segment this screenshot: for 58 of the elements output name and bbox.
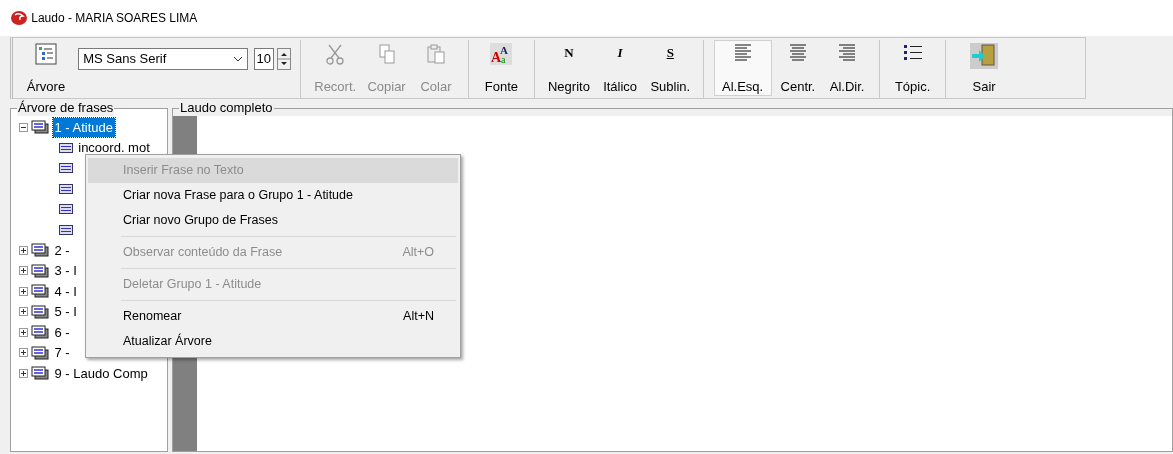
panel-title: Árvore de frases bbox=[17, 100, 115, 116]
italic-icon: I bbox=[617, 43, 623, 63]
bullet-list-icon bbox=[902, 43, 923, 63]
exit-door-icon bbox=[970, 43, 999, 69]
tree-item[interactable]: incoord. mot bbox=[76, 138, 152, 158]
chevron-down-icon bbox=[233, 55, 244, 63]
align-right-icon bbox=[838, 43, 857, 63]
toolbar-button[interactable]: Al.Dir. bbox=[824, 40, 871, 96]
tree-item[interactable]: 2 - bbox=[52, 240, 72, 260]
underline-icon: S bbox=[666, 43, 674, 63]
toolbar-button[interactable]: Tópic. bbox=[889, 40, 936, 96]
list-icon bbox=[35, 43, 57, 65]
spin-buttons-icon bbox=[276, 48, 291, 70]
tree-item[interactable]: 1 - Atitude bbox=[52, 117, 116, 137]
app-logo-icon bbox=[10, 10, 28, 26]
collapse-icon[interactable] bbox=[19, 122, 28, 132]
menu-item[interactable]: Criar novo Grupo de Frases bbox=[88, 208, 458, 233]
expand-icon[interactable] bbox=[19, 327, 28, 337]
toolbar-button[interactable]: I Itálico bbox=[597, 40, 644, 96]
align-left-icon bbox=[733, 43, 752, 63]
tree-item[interactable]: 9 - Laudo Comp bbox=[52, 363, 150, 383]
menu-item[interactable]: Atualizar Árvore bbox=[88, 329, 458, 354]
toolbar-button[interactable]: Árvore bbox=[17, 40, 75, 96]
tree-item[interactable]: 6 - bbox=[52, 322, 72, 342]
folder-stack-icon bbox=[31, 284, 50, 299]
expand-icon[interactable] bbox=[19, 348, 28, 358]
expand-icon[interactable] bbox=[19, 245, 28, 255]
folder-stack-icon bbox=[31, 304, 50, 319]
panel-title: Laudo completo bbox=[179, 100, 274, 116]
bold-icon: N bbox=[564, 43, 574, 63]
folder-stack-icon bbox=[31, 120, 50, 135]
menu-item[interactable]: Criar nova Frase para o Grupo 1 - Atitude bbox=[88, 183, 458, 208]
toolbar-button[interactable]: N Negrito bbox=[543, 40, 594, 96]
toolbar-button[interactable]: S Sublin. bbox=[646, 40, 695, 96]
expand-icon[interactable] bbox=[19, 368, 28, 378]
tree-item[interactable]: 5 - I bbox=[52, 302, 79, 322]
tree-item[interactable]: 3 - I bbox=[52, 261, 79, 281]
toolbar-button[interactable]: Sair bbox=[955, 40, 1014, 96]
folder-stack-icon bbox=[31, 366, 50, 381]
font-dropdown[interactable]: MS Sans Serif bbox=[78, 48, 249, 70]
expand-icon[interactable] bbox=[19, 286, 28, 296]
copy-icon bbox=[377, 43, 396, 65]
folder-stack-icon bbox=[31, 263, 50, 278]
align-center-icon bbox=[788, 43, 807, 63]
font-size-field[interactable]: 10 bbox=[253, 48, 274, 70]
toolbar-button[interactable]: Al.Esq. bbox=[713, 40, 772, 96]
paste-icon bbox=[425, 43, 446, 65]
folder-stack-icon bbox=[31, 345, 50, 360]
tree-item[interactable]: 7 - bbox=[52, 343, 72, 363]
toolbar-button[interactable]: Centr. bbox=[774, 40, 821, 96]
expand-icon[interactable] bbox=[19, 307, 28, 317]
expand-icon[interactable] bbox=[19, 266, 28, 276]
folder-stack-icon bbox=[31, 243, 50, 258]
scissors-icon bbox=[325, 43, 346, 65]
folder-stack-icon bbox=[31, 325, 50, 340]
menu-item[interactable]: Renomear Alt+N bbox=[88, 304, 458, 329]
window-title: Laudo - MARIA SOARES LIMA bbox=[31, 10, 198, 27]
tree-item[interactable]: 4 - I bbox=[52, 281, 79, 301]
